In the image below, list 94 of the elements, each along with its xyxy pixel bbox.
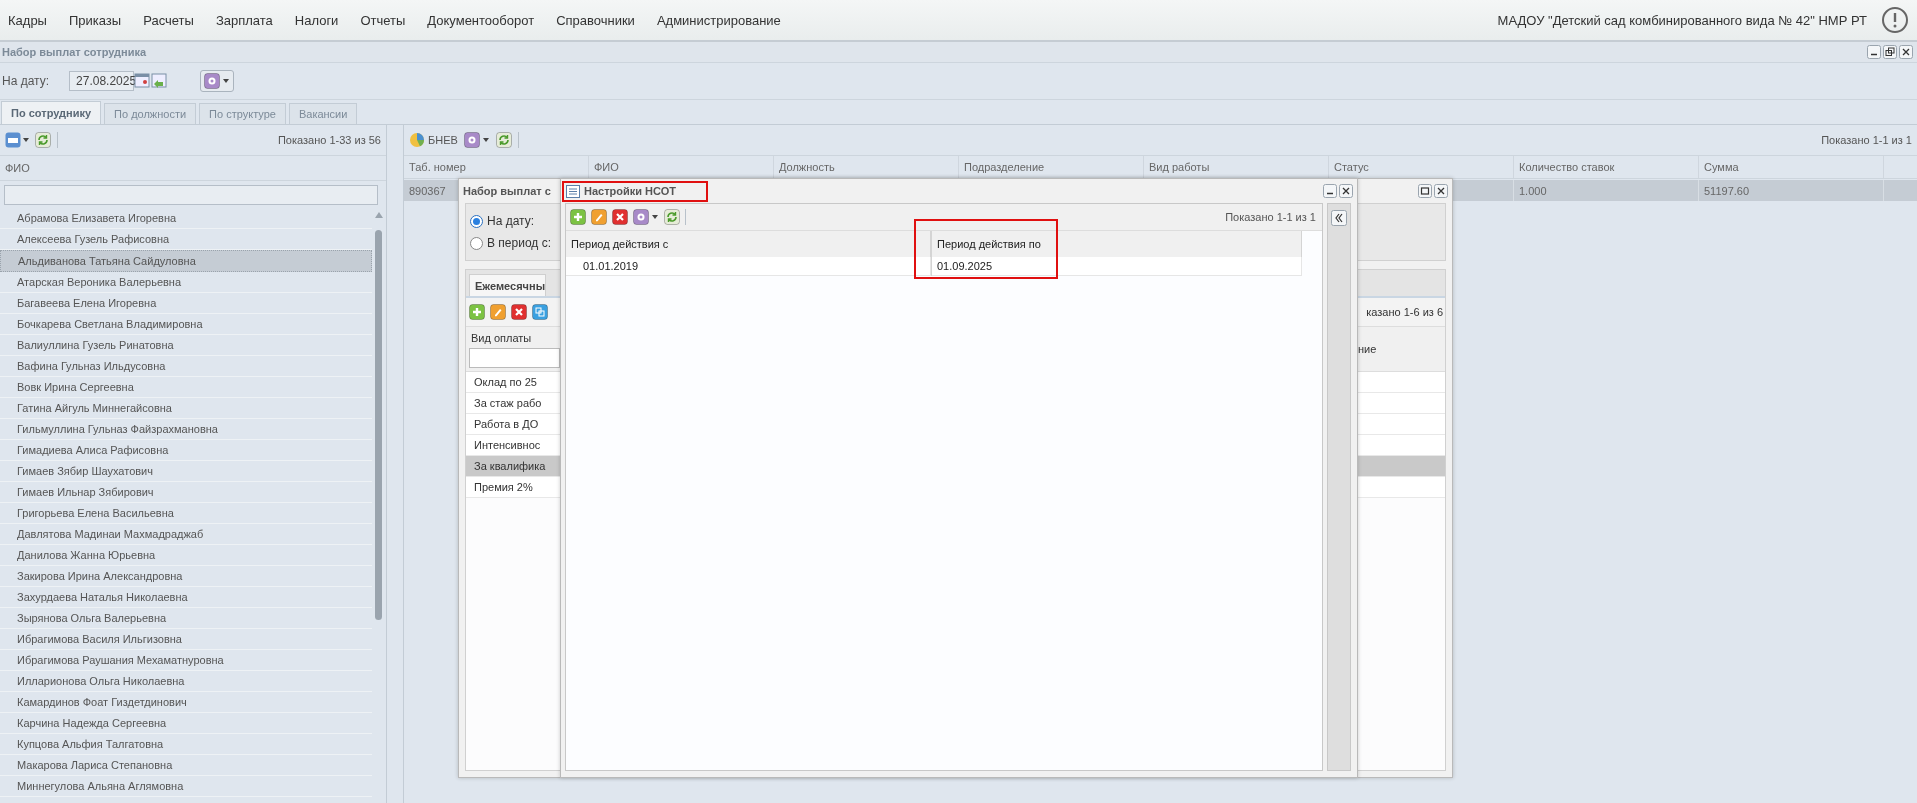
employee-row[interactable]: Альдиванова Татьяна Сайдуловна: [0, 250, 372, 272]
restore-button[interactable]: [1883, 45, 1897, 59]
add-icon[interactable]: [570, 209, 586, 225]
refresh-icon[interactable]: [35, 132, 51, 148]
minimize-button[interactable]: [1323, 184, 1337, 198]
calendar-icon[interactable]: [134, 72, 169, 90]
menu-item[interactable]: Кадры: [8, 12, 58, 28]
table-cell: 1.000: [1519, 184, 1547, 197]
paging-info: казано 1-6 из 6: [1358, 298, 1445, 327]
payment-row[interactable]: За квалифика: [466, 456, 560, 477]
column-header[interactable]: Период действия с: [566, 231, 931, 257]
column-header[interactable]: Сумма: [1699, 156, 1884, 178]
menu-item[interactable]: Администрирование: [656, 12, 792, 28]
gear-icon[interactable]: [633, 209, 659, 225]
employee-row[interactable]: Купцова Альфия Талгатовна: [0, 734, 372, 755]
minimize-button[interactable]: [1867, 45, 1881, 59]
scrollbar-thumb[interactable]: [375, 230, 382, 620]
employee-row[interactable]: Вафина Гульназ Ильдусовна: [0, 356, 372, 377]
paging-info: Показано 1-1 из 1: [1821, 134, 1912, 146]
employee-row[interactable]: Зырянова Ольга Валерьевна: [0, 608, 372, 629]
menu-item[interactable]: Документооборот: [427, 12, 546, 28]
employee-row[interactable]: Атарская Вероника Валерьевна: [0, 272, 372, 293]
table-cell: 01.09.2025: [932, 257, 1302, 276]
refresh-icon[interactable]: [664, 209, 680, 225]
menu-item[interactable]: Отчеты: [360, 12, 417, 28]
delete-icon[interactable]: [511, 304, 527, 320]
employee-row[interactable]: Багавеева Елена Игоревна: [0, 293, 372, 314]
menu-item[interactable]: Расчеты: [143, 12, 205, 28]
paging-info: Показано 1-1 из 1: [1225, 211, 1316, 223]
radio-option[interactable]: На дату:: [470, 214, 560, 228]
table-cell: 890367: [409, 184, 446, 197]
employee-row[interactable]: Илларионова Ольга Николаевна: [0, 671, 372, 692]
radio-option[interactable]: В период с:: [470, 236, 560, 250]
collapse-icon[interactable]: [1331, 210, 1347, 226]
list-icon: [566, 184, 580, 198]
employee-row[interactable]: Захурдаева Наталья Николаевна: [0, 587, 372, 608]
paging-info: Показано 1-33 из 56: [277, 134, 381, 146]
pie-chart-icon: [409, 132, 425, 148]
employee-row[interactable]: Миннегулова Альяна Аглямовна: [0, 776, 372, 797]
window-title: Набор выплат сотрудника: [2, 46, 147, 58]
edit-icon[interactable]: [490, 304, 506, 320]
employee-row[interactable]: Гимаев Зябир Шаухатович: [0, 461, 372, 482]
employee-row[interactable]: Макарова Лариса Степановна: [0, 755, 372, 776]
date-label: На дату:: [2, 74, 50, 88]
employee-row[interactable]: Григорьева Елена Васильевна: [0, 503, 372, 524]
menu-item[interactable]: Приказы: [68, 12, 133, 28]
employee-row[interactable]: Гимаев Ильнар Зябирович: [0, 482, 372, 503]
employee-row[interactable]: Гильмуллина Гульназ Файзрахмановна: [0, 419, 372, 440]
bnev-button[interactable]: БНЕВ: [409, 132, 458, 148]
scroll-up-icon[interactable]: [375, 212, 383, 218]
dialog-title: Набор выплат с: [463, 185, 551, 197]
column-header[interactable]: ФИО: [0, 156, 386, 181]
employee-row[interactable]: Бочкарева Светлана Владимировна: [0, 314, 372, 335]
employee-row[interactable]: Данилова Жанна Юрьевна: [0, 545, 372, 566]
tab[interactable]: По сотруднику: [1, 101, 102, 124]
close-button[interactable]: [1899, 45, 1913, 59]
employee-row[interactable]: Давлятова Мадинаи Махмадраджаб: [0, 524, 372, 545]
gear-icon[interactable]: [204, 73, 231, 89]
employee-row[interactable]: Гимадиева Алиса Рафисовна: [0, 440, 372, 461]
employee-row[interactable]: Вовк Ирина Сергеевна: [0, 377, 372, 398]
column-header[interactable]: Период действия по: [932, 231, 1302, 257]
close-button[interactable]: [1339, 184, 1353, 198]
organization-name: МАДОУ "Детский сад комбинированного вида № 42" НМР РТ: [1497, 12, 1867, 28]
employee-row[interactable]: Гатина Айгуль Миннегайсовна: [0, 398, 372, 419]
employee-row[interactable]: Ибрагимова Василя Ильгизовна: [0, 629, 372, 650]
tab[interactable]: Ежемесячны: [469, 274, 547, 296]
employee-row[interactable]: Ибрагимова Раушания Мехаматнуровна: [0, 650, 372, 671]
menu-item[interactable]: Налоги: [294, 12, 350, 28]
menu-item[interactable]: Справочники: [556, 12, 646, 28]
delete-icon[interactable]: [612, 209, 628, 225]
close-button[interactable]: [1434, 184, 1448, 198]
print-icon[interactable]: [5, 132, 29, 148]
employee-row[interactable]: Камардинов Фоат Гиздетдинович: [0, 692, 372, 713]
copy-icon[interactable]: [532, 304, 548, 320]
column-header[interactable]: ние: [1358, 343, 1377, 355]
maximize-button[interactable]: [1418, 184, 1432, 198]
add-icon[interactable]: [469, 304, 485, 320]
table-cell: 01.01.2019: [566, 257, 931, 276]
table-row[interactable]: [1358, 456, 1445, 477]
employee-row[interactable]: Валиуллина Гузель Ринатовна: [0, 335, 372, 356]
dialog-title: Настройки НСОТ: [584, 185, 676, 197]
filter-field[interactable]: [4, 185, 378, 205]
edit-icon[interactable]: [591, 209, 607, 225]
table-cell: 51197.60: [1704, 184, 1750, 197]
refresh-icon[interactable]: [495, 132, 512, 148]
column-header[interactable]: Количество ставок: [1514, 156, 1699, 178]
alert-icon[interactable]: [1881, 6, 1909, 34]
menu-item[interactable]: Зарплата: [215, 12, 284, 28]
date-field[interactable]: 27.08.2025: [69, 71, 135, 91]
filter-field[interactable]: [469, 348, 560, 368]
gear-icon[interactable]: [463, 132, 490, 148]
employee-row[interactable]: Абрамова Елизавета Игоревна: [0, 208, 372, 229]
employee-row[interactable]: Карчина Надежда Сергеевна: [0, 713, 372, 734]
employee-row[interactable]: Закирова Ирина Александровна: [0, 566, 372, 587]
